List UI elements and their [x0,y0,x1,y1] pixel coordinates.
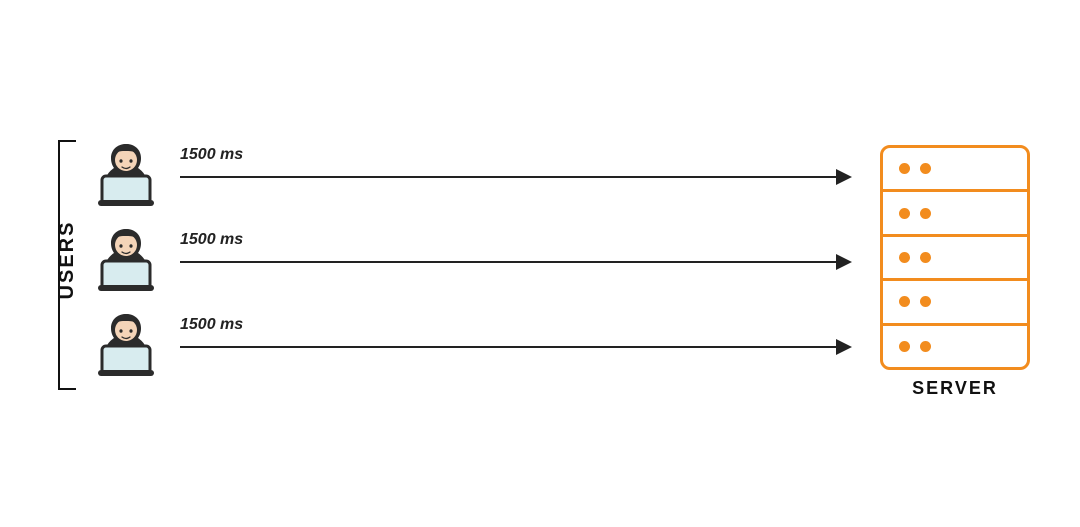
users-to-server-diagram: USERS 1500 ms 1500 ms [0,0,1080,527]
latency-label: 1500 ms [180,146,243,164]
latency-label: 1500 ms [180,316,243,334]
server-label: SERVER [880,378,1030,399]
user-row: 1500 ms [90,310,860,380]
server-unit [883,192,1027,236]
server-unit [883,281,1027,325]
user-laptop-icon [90,225,162,293]
server-unit [883,326,1027,367]
request-arrow [180,176,850,178]
server-icon [880,145,1030,370]
latency-label: 1500 ms [180,231,243,249]
user-laptop-icon [90,140,162,208]
users-bracket [58,140,76,390]
user-row: 1500 ms [90,140,860,210]
request-arrow [180,261,850,263]
request-arrow [180,346,850,348]
user-row: 1500 ms [90,225,860,295]
server-unit [883,148,1027,192]
user-laptop-icon [90,310,162,378]
server-unit [883,237,1027,281]
